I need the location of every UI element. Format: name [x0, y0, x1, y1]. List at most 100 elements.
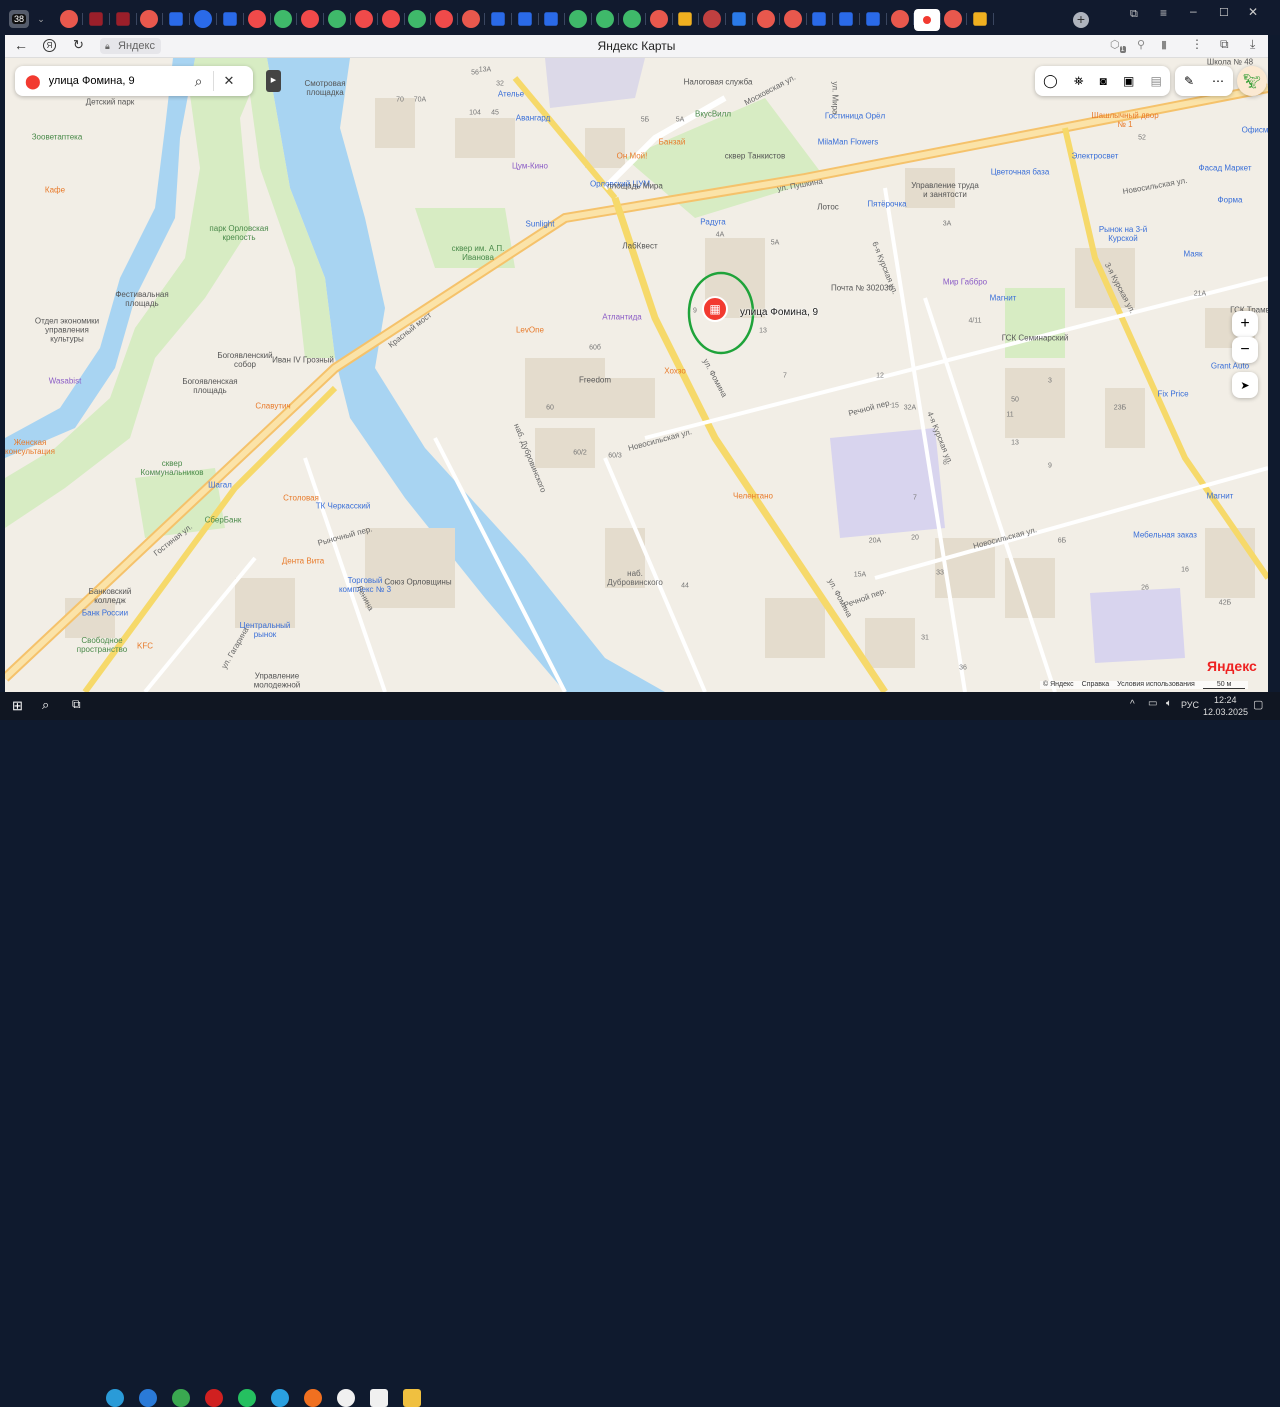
more-icon[interactable]: ⋯ — [1212, 74, 1224, 88]
map-label[interactable]: СберБанк — [205, 516, 242, 525]
tab-red-dot[interactable] — [354, 10, 373, 28]
map-label[interactable]: Женская консультация — [5, 438, 65, 456]
location-icon[interactable]: ⚲ — [1137, 38, 1145, 51]
volume-icon[interactable]: 🔈︎ — [1166, 698, 1172, 709]
map-label[interactable]: Мир Габбро — [943, 278, 987, 287]
tab-yandex[interactable] — [649, 10, 668, 28]
map-label[interactable]: KFC — [137, 642, 153, 651]
tab-red-dot[interactable] — [435, 10, 454, 28]
tab-yandex[interactable] — [462, 10, 480, 28]
user-avatar[interactable]: 🦖︎ — [1237, 66, 1267, 96]
tab-nav[interactable] — [491, 12, 505, 26]
tab-calendar[interactable] — [115, 12, 130, 26]
map-label[interactable]: сквер Коммунальников — [137, 459, 207, 477]
map-label[interactable]: Sunlight — [526, 220, 555, 229]
tab-red-dot[interactable] — [381, 10, 400, 28]
opera-icon[interactable] — [205, 1389, 223, 1407]
language-indicator[interactable]: РУС — [1181, 700, 1199, 710]
back-icon[interactable]: ← — [14, 37, 28, 53]
start-icon[interactable]: ⊞ — [12, 698, 23, 714]
yandex-browser-active-icon[interactable] — [370, 1389, 388, 1407]
edge-icon[interactable] — [139, 1389, 157, 1407]
map-label[interactable]: Пятёрочка — [867, 200, 906, 209]
clear-icon[interactable]: ✕ — [224, 73, 235, 89]
file-explorer-icon[interactable] — [403, 1389, 421, 1407]
tab-yandex[interactable] — [783, 10, 802, 28]
map-label[interactable]: MilaMan Flowers — [813, 138, 883, 147]
map-label[interactable]: Форма — [1218, 196, 1243, 205]
yandex-icon[interactable]: Я — [43, 39, 56, 52]
task-view-icon[interactable]: ⧉ — [72, 697, 81, 712]
reload-icon[interactable]: ↻ — [73, 37, 84, 53]
download-icon[interactable]: ⤓ — [1250, 37, 1255, 52]
map-label[interactable]: Магнит — [1207, 492, 1234, 501]
tab-count-button[interactable]: 38 — [9, 10, 29, 28]
tab-yandex[interactable] — [890, 10, 909, 28]
address-marker[interactable]: ▦ — [702, 296, 728, 322]
search-input[interactable] — [48, 75, 189, 87]
edge-like-icon[interactable] — [106, 1389, 124, 1407]
tab-cluster[interactable] — [408, 10, 427, 28]
new-tab-button[interactable]: + — [1073, 12, 1089, 28]
tab-red-dot[interactable] — [247, 10, 266, 28]
tab-calendar[interactable] — [89, 12, 103, 26]
map-label[interactable]: Маяк — [1183, 250, 1202, 259]
menu-icon[interactable]: ≡ — [1160, 6, 1167, 20]
tray-expand-icon[interactable]: ^ — [1130, 699, 1135, 710]
map-label[interactable]: Шашлычный двор № 1 — [1090, 111, 1160, 129]
clock-date[interactable]: 12.03.2025 — [1203, 707, 1248, 717]
map-label[interactable]: Банк России — [82, 609, 128, 618]
close-window-button[interactable]: ✕ — [1248, 5, 1258, 19]
tab-yandex[interactable] — [944, 10, 963, 28]
map-label[interactable]: Рынок на 3-й Курской — [1088, 225, 1158, 243]
map-label[interactable]: Fix Price — [1157, 390, 1188, 399]
map-label[interactable]: ТК Черкасский — [316, 502, 371, 511]
camera-icon[interactable]: ◙ — [1100, 74, 1107, 88]
tab-nav[interactable] — [812, 12, 827, 26]
map-label[interactable]: Он Мой! — [617, 152, 648, 161]
tabs-dropdown-icon[interactable]: ⌄ — [33, 10, 49, 28]
network-icon[interactable]: ▭ — [1148, 698, 1157, 709]
tab-cluster[interactable] — [596, 10, 614, 28]
map-label[interactable]: Офисм — [1242, 126, 1268, 135]
ruler-icon[interactable]: ✎ — [1184, 74, 1194, 88]
url-field[interactable]: 🔒︎ Яндекс — [100, 38, 161, 54]
zoom-in-button[interactable]: + — [1232, 311, 1258, 337]
tab-cluster[interactable] — [622, 10, 641, 28]
panorama-icon[interactable]: ⛯ — [1074, 74, 1084, 89]
map-label[interactable]: Свободное пространство — [67, 636, 137, 654]
map-canvas[interactable]: Смотровая площадка Ателье Авангард Цум-Кино… — [5, 58, 1268, 692]
minimize-button[interactable]: – — [1190, 4, 1197, 18]
tab-yandex[interactable] — [60, 10, 78, 28]
tab-cluster[interactable] — [328, 10, 346, 28]
tabs-panel-icon[interactable]: ⧉ — [1130, 8, 1138, 21]
map-label[interactable]: Славутич — [255, 402, 290, 411]
transit-icon[interactable]: ▣ — [1123, 74, 1134, 88]
terms-link[interactable]: Условия использования — [1117, 681, 1195, 689]
map-label[interactable]: Шагал — [208, 481, 232, 490]
tab-yandex-maps-active[interactable] — [913, 9, 940, 31]
map-label[interactable]: Атлантида — [602, 313, 641, 322]
map-label[interactable]: Хохзо — [664, 367, 686, 376]
reading-icon[interactable]: ⧉ — [1220, 37, 1229, 52]
tab-nav[interactable] — [517, 12, 532, 26]
layers-icon[interactable]: ◯ — [1043, 73, 1058, 89]
marker-label[interactable]: улица Фомина, 9 — [740, 307, 818, 318]
map-label[interactable]: Дента Вита — [282, 557, 324, 566]
map-label[interactable]: сквер им. А.П. Иванова — [443, 244, 513, 262]
map-label[interactable]: Столовая — [283, 494, 319, 503]
chrome-icon[interactable] — [172, 1389, 190, 1407]
tab-hoop[interactable] — [703, 10, 722, 28]
map-label[interactable]: Wasabist — [49, 377, 82, 386]
tab-cluster[interactable] — [274, 10, 293, 28]
map-label[interactable]: Фасад Маркет — [1199, 164, 1252, 173]
tab-nav[interactable] — [544, 12, 559, 26]
firefox-icon[interactable] — [304, 1389, 322, 1407]
tab-picture[interactable] — [678, 12, 693, 26]
map-label[interactable]: Электросвет — [1072, 152, 1119, 161]
tab-yandex[interactable] — [140, 10, 159, 28]
map-label[interactable]: ВкусВилл — [695, 110, 731, 119]
tab-vk[interactable] — [732, 12, 746, 26]
notifications-icon[interactable]: ▢ — [1253, 698, 1263, 711]
my-location-button[interactable]: ➤ — [1232, 372, 1258, 398]
